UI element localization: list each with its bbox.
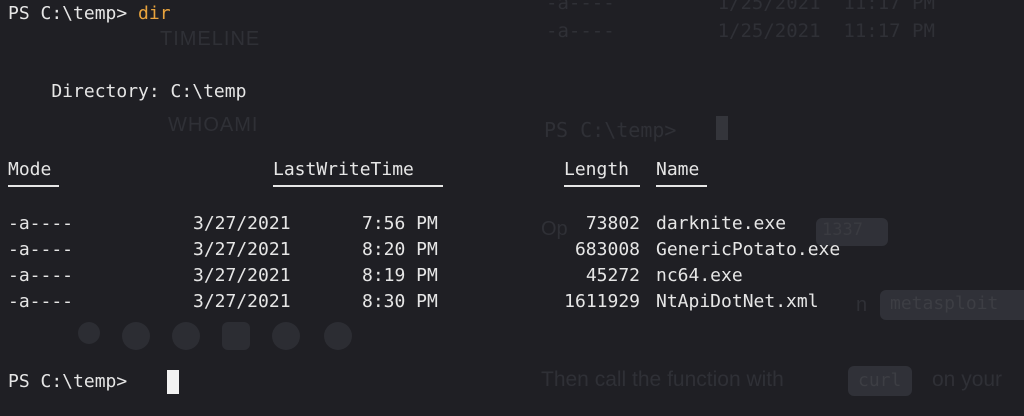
- ghost-github-icon: [172, 322, 200, 350]
- ghost-text-fragment: Op: [541, 218, 568, 240]
- command-text: dir: [138, 3, 171, 24]
- row-length: 73802: [585, 213, 640, 234]
- row-mode: -a----: [8, 213, 74, 234]
- row-name: nc64.exe: [656, 265, 743, 286]
- prompt-line-1: PS C:\temp> dir: [8, 3, 171, 25]
- ghost-paragraph-text: on your: [932, 368, 1003, 391]
- prompt-text: PS C:\temp>: [8, 3, 139, 24]
- header-underline: [656, 185, 707, 187]
- ghost-timeline-label: TIMELINE: [160, 28, 261, 50]
- ghost-prompt: PS C:\temp>: [544, 118, 677, 142]
- text-cursor: [167, 370, 179, 394]
- ghost-code-fragment: metasploit: [890, 293, 999, 314]
- ghost-gear-icon: [78, 322, 100, 344]
- header-underline: [564, 185, 640, 187]
- header-mode: Mode: [8, 159, 52, 180]
- ghost-twitter-icon: [272, 322, 300, 350]
- ghost-text-fragment: n: [856, 294, 868, 316]
- ghost-facebook-icon: [324, 322, 352, 350]
- header-length: Length: [564, 159, 630, 180]
- ghost-chat-icon: [222, 322, 250, 350]
- row-date: 3/27/2021: [193, 291, 291, 312]
- row-date: 3/27/2021: [193, 213, 291, 234]
- row-length: 1611929: [564, 291, 640, 312]
- ghost-cursor: [716, 116, 728, 140]
- ghost-code-fragment: curl: [858, 370, 902, 391]
- row-time: 8:30 PM: [362, 291, 438, 312]
- ghost-paragraph-text: Then call the function with: [541, 368, 784, 391]
- row-date: 3/27/2021: [193, 265, 291, 286]
- ghost-file-row: -a---- 1/25/2021 11:17 PM: [546, 0, 935, 14]
- ghost-number-fragment: 1337: [822, 220, 863, 240]
- ghost-whoami-label: WHOAMI: [168, 114, 259, 136]
- terminal-window[interactable]: -a---- 1/25/2021 11:17 PM -a---- 1/25/20…: [0, 0, 1024, 416]
- row-time: 8:20 PM: [362, 239, 438, 260]
- ghost-file-row: -a---- 1/25/2021 11:17 PM: [546, 20, 935, 42]
- prompt-line-2[interactable]: PS C:\temp>: [8, 371, 138, 393]
- row-name: NtApiDotNet.xml: [656, 291, 819, 312]
- row-mode: -a----: [8, 291, 74, 312]
- ghost-box-icon: [122, 322, 150, 350]
- row-length: 683008: [574, 239, 640, 260]
- row-length: 45272: [585, 265, 640, 286]
- header-underline: [273, 185, 443, 187]
- row-mode: -a----: [8, 265, 74, 286]
- header-lastwritetime: LastWriteTime: [273, 159, 414, 180]
- header-name: Name: [656, 159, 700, 180]
- row-name: GenericPotato.exe: [656, 239, 841, 260]
- header-underline: [8, 185, 59, 187]
- row-name: darknite.exe: [656, 213, 787, 234]
- row-date: 3/27/2021: [193, 239, 291, 260]
- row-time: 7:56 PM: [362, 213, 438, 234]
- row-time: 8:19 PM: [362, 265, 438, 286]
- directory-label: Directory: C:\temp: [8, 81, 247, 102]
- row-mode: -a----: [8, 239, 74, 260]
